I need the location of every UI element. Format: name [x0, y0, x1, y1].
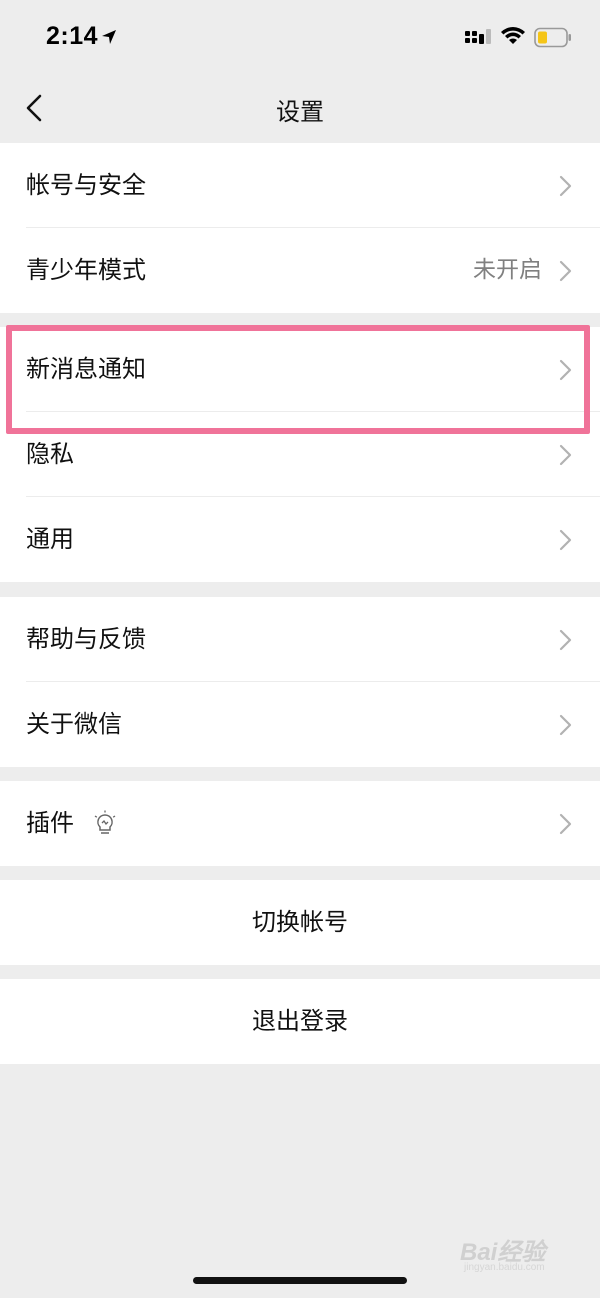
settings-item-label: 帮助与反馈 — [26, 625, 146, 653]
settings-item-label: 通用 — [26, 525, 74, 553]
switch-account-group: 切换帐号 — [0, 880, 600, 965]
settings-item-label: 隐私 — [26, 440, 74, 468]
settings-group-account: 帐号与安全 青少年模式 未开启 — [0, 143, 600, 313]
settings-item-about-wechat[interactable]: 关于微信 — [0, 682, 600, 767]
settings-group-plugins: 插件 — [0, 781, 600, 866]
logout-label: 退出登录 — [252, 1007, 348, 1035]
switch-account-button[interactable]: 切换帐号 — [0, 880, 600, 965]
battery-icon — [534, 27, 571, 48]
watermark-subtext: jingyan.baidu.com — [464, 1262, 545, 1273]
location-arrow-icon — [102, 30, 116, 44]
chevron-right-icon — [559, 714, 572, 736]
chevron-right-icon — [559, 444, 572, 466]
settings-item-privacy[interactable]: 隐私 — [0, 412, 600, 497]
chevron-right-icon — [559, 260, 572, 282]
settings-item-value: 未开启 — [473, 257, 542, 283]
settings-item-help-feedback[interactable]: 帮助与反馈 — [0, 597, 600, 682]
settings-item-label: 青少年模式 — [26, 256, 146, 284]
settings-item-account-security[interactable]: 帐号与安全 — [0, 143, 600, 228]
status-time: 2:14 — [46, 22, 99, 50]
bulb-icon — [94, 810, 116, 834]
wifi-icon — [501, 27, 525, 44]
logout-group: 退出登录 — [0, 979, 600, 1064]
switch-account-label: 切换帐号 — [252, 908, 348, 936]
chevron-right-icon — [559, 359, 572, 381]
chevron-right-icon — [559, 629, 572, 651]
settings-item-teen-mode[interactable]: 青少年模式 未开启 — [0, 228, 600, 313]
chevron-right-icon — [559, 175, 572, 197]
settings-item-new-message-notification[interactable]: 新消息通知 — [0, 327, 600, 412]
chevron-right-icon — [559, 813, 572, 835]
settings-group-notifications: 新消息通知 隐私 通用 — [0, 327, 600, 582]
baidu-watermark: Bai经验 jingyan.baidu.com — [460, 1232, 570, 1278]
settings-item-label: 新消息通知 — [26, 355, 146, 383]
status-bar: 2:14 — [0, 0, 600, 76]
home-indicator[interactable] — [193, 1277, 407, 1284]
settings-item-plugins[interactable]: 插件 — [0, 781, 600, 866]
navigation-bar: 设置 — [0, 76, 600, 140]
chevron-right-icon — [559, 529, 572, 551]
cellular-signal-icon — [465, 29, 491, 44]
settings-item-general[interactable]: 通用 — [0, 497, 600, 582]
settings-item-label: 关于微信 — [26, 710, 122, 738]
logout-button[interactable]: 退出登录 — [0, 979, 600, 1064]
page-title: 设置 — [276, 98, 324, 126]
settings-group-help: 帮助与反馈 关于微信 — [0, 597, 600, 767]
settings-item-label: 插件 — [26, 809, 74, 837]
settings-item-label: 帐号与安全 — [26, 171, 146, 199]
